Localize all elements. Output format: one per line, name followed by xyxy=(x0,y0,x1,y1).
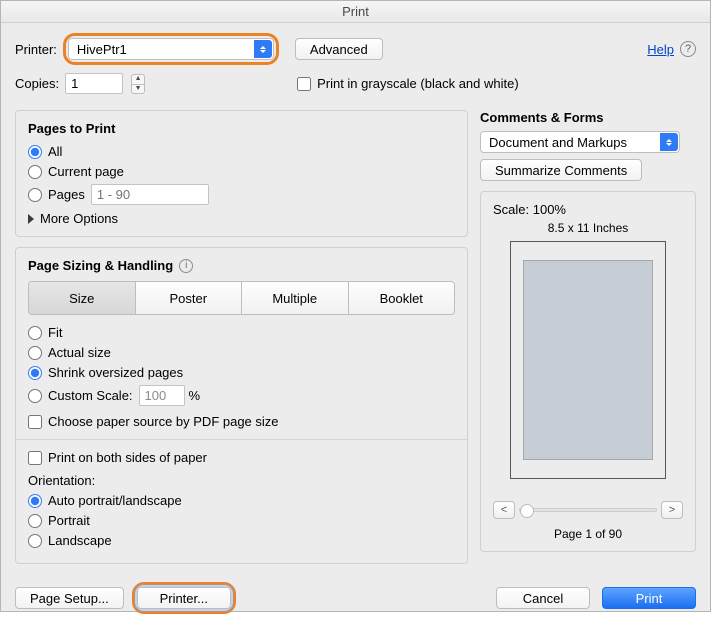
grayscale-label: Print in grayscale (black and white) xyxy=(317,76,519,91)
more-options-label: More Options xyxy=(40,211,118,226)
disclosure-icon xyxy=(28,214,34,224)
custom-scale-input[interactable] xyxy=(139,385,185,406)
pages-to-print-group: Pages to Print All Current page Pages xyxy=(15,110,468,237)
choose-paper-row[interactable]: Choose paper source by PDF page size xyxy=(28,414,455,429)
radio-all-row[interactable]: All xyxy=(28,144,455,159)
copies-label: Copies: xyxy=(15,76,59,91)
custom-scale-pct: % xyxy=(189,388,201,403)
seg-multiple[interactable]: Multiple xyxy=(242,282,349,314)
radio-fit-row[interactable]: Fit xyxy=(28,325,455,340)
highlight-printer-select: HivePtr1 xyxy=(63,33,279,65)
pages-title: Pages to Print xyxy=(28,121,455,136)
duplex-checkbox[interactable] xyxy=(28,451,42,465)
highlight-printer-button: Printer... xyxy=(132,582,236,614)
radio-auto-row[interactable]: Auto portrait/landscape xyxy=(28,493,455,508)
radio-pages-label: Pages xyxy=(48,187,85,202)
radio-current-row[interactable]: Current page xyxy=(28,164,455,179)
advanced-button[interactable]: Advanced xyxy=(295,38,383,60)
window-title: Print xyxy=(1,1,710,23)
printer-select[interactable]: HivePtr1 xyxy=(68,38,274,60)
comments-title: Comments & Forms xyxy=(480,110,696,125)
radio-actual-row[interactable]: Actual size xyxy=(28,345,455,360)
printer-button[interactable]: Printer... xyxy=(137,587,231,609)
copies-stepper[interactable]: ▲ ▼ xyxy=(131,74,145,94)
page-preview-inner xyxy=(523,260,653,460)
radio-custom-label: Custom Scale: xyxy=(48,388,133,403)
sizing-title: Page Sizing & Handling xyxy=(28,258,173,273)
radio-landscape-row[interactable]: Landscape xyxy=(28,533,455,548)
radio-fit-label: Fit xyxy=(48,325,62,340)
radio-actual[interactable] xyxy=(28,346,42,360)
radio-shrink-label: Shrink oversized pages xyxy=(48,365,183,380)
cancel-button[interactable]: Cancel xyxy=(496,587,590,609)
orientation-title: Orientation: xyxy=(28,473,455,488)
help-icon[interactable]: ? xyxy=(680,41,696,57)
copies-input[interactable] xyxy=(65,73,123,94)
radio-shrink[interactable] xyxy=(28,366,42,380)
choose-paper-label: Choose paper source by PDF page size xyxy=(48,414,279,429)
chevron-updown-icon xyxy=(660,133,678,151)
radio-auto-label: Auto portrait/landscape xyxy=(48,493,182,508)
radio-portrait[interactable] xyxy=(28,514,42,528)
radio-portrait-label: Portrait xyxy=(48,513,90,528)
scale-label: Scale: 100% xyxy=(493,202,683,217)
help-link[interactable]: Help xyxy=(647,42,674,57)
chevron-updown-icon xyxy=(254,40,272,58)
radio-landscape[interactable] xyxy=(28,534,42,548)
pages-range-input[interactable] xyxy=(91,184,209,205)
slider-thumb-icon[interactable] xyxy=(520,504,534,518)
page-slider[interactable] xyxy=(519,508,657,512)
grayscale-checkbox-row[interactable]: Print in grayscale (black and white) xyxy=(297,76,519,91)
preview-dimensions: 8.5 x 11 Inches xyxy=(493,221,683,235)
print-dialog: Print Printer: HivePtr1 Advanced Help ? xyxy=(0,0,711,612)
radio-all-label: All xyxy=(48,144,62,159)
radio-all[interactable] xyxy=(28,145,42,159)
radio-pages-row[interactable]: Pages xyxy=(28,184,455,205)
radio-current-label: Current page xyxy=(48,164,124,179)
comments-select-value: Document and Markups xyxy=(489,135,627,150)
seg-size[interactable]: Size xyxy=(29,282,136,314)
duplex-label: Print on both sides of paper xyxy=(48,450,207,465)
choose-paper-checkbox[interactable] xyxy=(28,415,42,429)
page-setup-button[interactable]: Page Setup... xyxy=(15,587,124,609)
comments-select[interactable]: Document and Markups xyxy=(480,131,680,153)
next-page-button[interactable]: > xyxy=(661,501,683,519)
stepper-up-icon[interactable]: ▲ xyxy=(131,74,145,84)
stepper-down-icon[interactable]: ▼ xyxy=(131,84,145,94)
more-options-toggle[interactable]: More Options xyxy=(28,211,455,226)
summarize-comments-button[interactable]: Summarize Comments xyxy=(480,159,642,181)
seg-poster[interactable]: Poster xyxy=(136,282,243,314)
radio-pages[interactable] xyxy=(28,188,42,202)
radio-fit[interactable] xyxy=(28,326,42,340)
page-sizing-group: Page Sizing & Handling i Size Poster Mul… xyxy=(15,247,468,564)
prev-page-button[interactable]: < xyxy=(493,501,515,519)
info-icon[interactable]: i xyxy=(179,259,193,273)
radio-current[interactable] xyxy=(28,165,42,179)
radio-custom-row[interactable]: Custom Scale: % xyxy=(28,385,455,406)
print-button[interactable]: Print xyxy=(602,587,696,609)
printer-label: Printer: xyxy=(15,42,57,57)
radio-portrait-row[interactable]: Portrait xyxy=(28,513,455,528)
seg-booklet[interactable]: Booklet xyxy=(349,282,455,314)
sizing-segmented: Size Poster Multiple Booklet xyxy=(28,281,455,315)
radio-actual-label: Actual size xyxy=(48,345,111,360)
radio-shrink-row[interactable]: Shrink oversized pages xyxy=(28,365,455,380)
page-preview xyxy=(510,241,666,479)
printer-select-value: HivePtr1 xyxy=(77,42,127,57)
page-count-label: Page 1 of 90 xyxy=(493,527,683,541)
radio-custom[interactable] xyxy=(28,389,42,403)
duplex-row[interactable]: Print on both sides of paper xyxy=(28,450,455,465)
grayscale-checkbox[interactable] xyxy=(297,77,311,91)
radio-auto[interactable] xyxy=(28,494,42,508)
radio-landscape-label: Landscape xyxy=(48,533,112,548)
